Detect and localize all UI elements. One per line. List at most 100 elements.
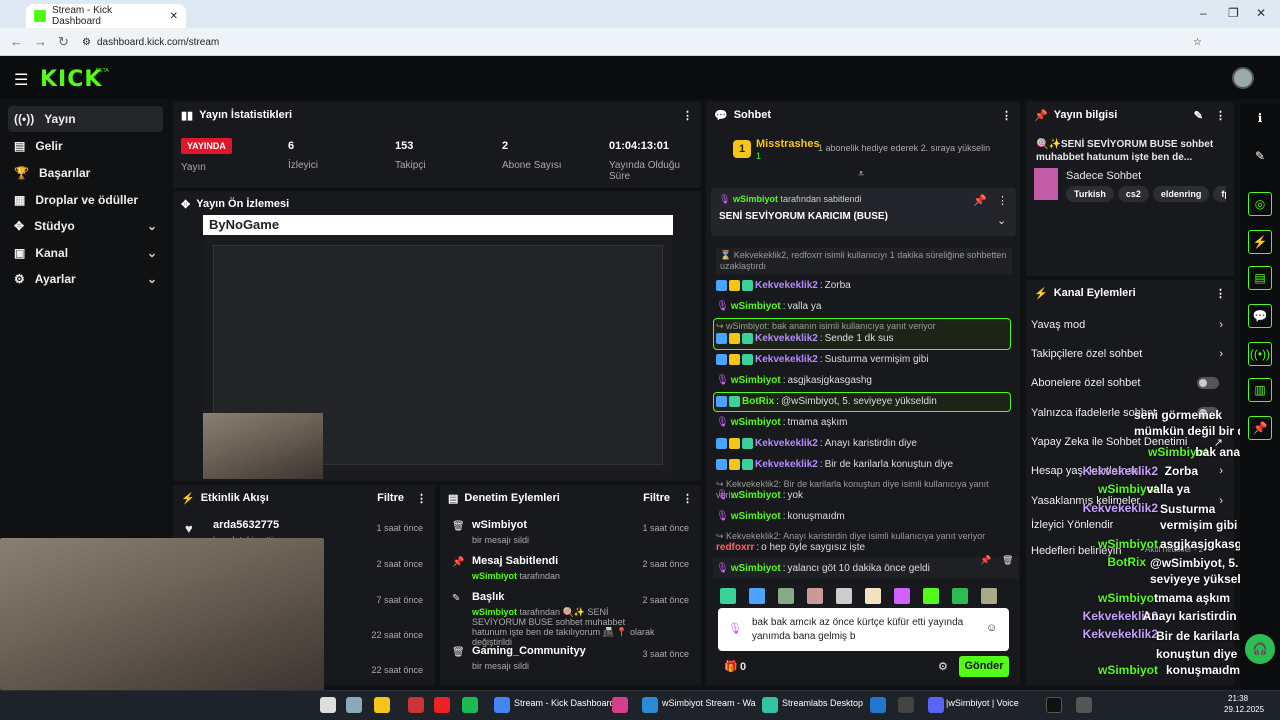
taskbar-app-icon[interactable]	[870, 697, 886, 713]
taskbar-app-icon[interactable]	[346, 697, 362, 713]
taskbar-app-icon[interactable]	[408, 697, 424, 713]
edge-icon[interactable]	[642, 697, 658, 713]
taskbar-app-icon[interactable]	[320, 697, 336, 713]
chat-toggle-icon[interactable]: 💬	[1248, 304, 1272, 328]
edit-icon[interactable]: ✎	[1194, 109, 1203, 122]
collapse-icon[interactable]: ⩡	[858, 168, 864, 181]
chat-message[interactable]: 🎙 wSimbiyot: asgjkasjgkasgashg	[716, 375, 1016, 386]
chat-user[interactable]: BotRix	[742, 396, 774, 407]
reload-icon[interactable]: ↻	[58, 34, 69, 50]
stream-preview-video[interactable]: ByNoGame	[203, 215, 673, 479]
category-name[interactable]: Sadece Sohbet	[1066, 170, 1141, 182]
more-icon[interactable]: ⋮	[416, 492, 427, 505]
chat-user[interactable]: Kekvekeklik2	[755, 333, 818, 344]
mod-user[interactable]: wSimbiyot	[472, 571, 517, 581]
emote-icon[interactable]	[894, 588, 910, 604]
chat-message[interactable]: Kekvekeklik2: Sende 1 dk sus	[716, 333, 1016, 344]
pin-message-icon[interactable]: 📌	[980, 555, 994, 569]
sidebar-item-ayarlar[interactable]: ⚙ Ayarlar ⌄	[8, 266, 163, 292]
chat-message[interactable]: 🎙 wSimbiyot: tmama aşkım	[716, 417, 1016, 428]
filter-button[interactable]: Filtre	[377, 492, 404, 504]
more-icon[interactable]: ⋮	[1215, 109, 1226, 122]
chrome-icon[interactable]	[494, 697, 510, 713]
chat-user[interactable]: Kekvekeklik2	[755, 438, 818, 449]
window-close-icon[interactable]: ✕	[1256, 6, 1266, 20]
chat-message[interactable]: 🎙 wSimbiyot: yok	[716, 490, 1016, 501]
chat-user[interactable]: wSimbiyot	[731, 301, 781, 312]
support-headset-icon[interactable]: 🎧	[1245, 634, 1275, 664]
tiktok-icon[interactable]	[1046, 697, 1062, 713]
youtube-icon[interactable]	[434, 697, 450, 713]
info-icon[interactable]: ℹ	[1248, 106, 1272, 130]
emote-icon[interactable]	[981, 588, 997, 604]
chat-user[interactable]: Kekvekeklik2	[755, 354, 818, 365]
sidebar-item-yayin[interactable]: ((•)) Yayın	[8, 106, 163, 132]
action-slow-mode[interactable]: Yavaş mod ›	[1031, 311, 1227, 339]
layout-toggle-icon[interactable]: ▥	[1248, 378, 1272, 402]
sidebar-item-gelir[interactable]: ▤ Gelir	[8, 133, 163, 159]
back-icon[interactable]: ←	[10, 34, 23, 49]
taskbar-label[interactable]: wSimbiyot Stream - Wa	[662, 698, 756, 708]
sidebar-item-droplar[interactable]: ▦ Droplar ve ödüller	[8, 187, 163, 213]
sidebar-item-studyo[interactable]: ✥ Stüdyo ⌄	[8, 213, 163, 239]
browser-tab[interactable]: Stream - Kick Dashboard ✕	[26, 4, 186, 28]
pin-toggle-icon[interactable]: 📌	[1248, 416, 1272, 440]
preview-toggle-icon[interactable]: ◎	[1248, 192, 1272, 216]
broadcast-toggle-icon[interactable]: ((•))	[1248, 342, 1272, 366]
edit-icon[interactable]: ✎	[1248, 144, 1272, 168]
chat-message[interactable]: Kekvekeklik2: Susturma vermişim gibi	[716, 354, 1016, 365]
settings-icon[interactable]: ⚙	[938, 660, 948, 673]
user-avatar[interactable]	[1232, 67, 1254, 89]
emote-icon[interactable]	[952, 588, 968, 604]
chat-message[interactable]: Kekvekeklik2: Zorba	[716, 280, 1016, 291]
action-followers-only[interactable]: Takipçilere özel sohbet ›	[1031, 340, 1227, 368]
instagram-icon[interactable]	[612, 697, 628, 713]
taskbar-label[interactable]: Stream - Kick Dashboard	[514, 698, 615, 708]
category-thumbnail[interactable]	[1034, 168, 1058, 200]
emote-icon[interactable]	[836, 588, 852, 604]
bookmark-star-icon[interactable]: ☆	[1193, 37, 1202, 48]
filter-button[interactable]: Filtre	[643, 492, 670, 504]
emoji-icon[interactable]: ☺	[986, 622, 997, 634]
site-info-icon[interactable]: ⚙	[82, 37, 91, 48]
more-icon[interactable]: ⋮	[1001, 109, 1012, 122]
forward-icon[interactable]: →	[34, 34, 47, 49]
moderation-toggle-icon[interactable]: ▤	[1248, 266, 1272, 290]
chat-user[interactable]: Kekvekeklik2	[755, 280, 818, 291]
chat-input[interactable]: 🎙 bak bak amcık az önce kürtçe küfür ett…	[718, 608, 1009, 651]
tag[interactable]: fps	[1213, 186, 1226, 202]
points-icon[interactable]: 🎁	[724, 660, 738, 673]
send-button[interactable]: Gönder	[959, 656, 1009, 677]
more-icon[interactable]: ⋮	[997, 194, 1008, 207]
chat-user[interactable]: wSimbiyot	[731, 417, 781, 428]
menu-icon[interactable]: ☰	[14, 70, 28, 90]
chat-message[interactable]: 🎙 wSimbiyot: konuşmaıdm	[716, 511, 1016, 522]
more-icon[interactable]: ⋮	[682, 109, 693, 122]
delete-message-icon[interactable]: 🗑	[1002, 555, 1013, 566]
address-bar[interactable]: ⚙ dashboard.kick.com/stream ☆	[82, 33, 1202, 51]
tag[interactable]: eldenring	[1152, 186, 1210, 202]
pinned-by[interactable]: wSimbiyot	[733, 194, 778, 204]
chat-user[interactable]: wSimbiyot	[731, 375, 781, 386]
chevron-down-icon[interactable]: ⌄	[997, 214, 1006, 227]
emote-icon[interactable]	[749, 588, 765, 604]
emote-icon[interactable]	[720, 588, 736, 604]
maximize-icon[interactable]: ❐	[1228, 6, 1239, 20]
tag[interactable]: Turkish	[1066, 186, 1114, 202]
more-icon[interactable]: ⋮	[1215, 287, 1226, 300]
tag[interactable]: cs2	[1117, 186, 1149, 202]
taskbar-app-icon[interactable]	[898, 697, 914, 713]
action-subs-only[interactable]: Abonelere özel sohbet	[1031, 369, 1227, 397]
close-tab-icon[interactable]: ✕	[170, 11, 178, 22]
streamlabs-icon[interactable]	[762, 697, 778, 713]
emote-icon[interactable]	[865, 588, 881, 604]
emote-icon[interactable]	[807, 588, 823, 604]
subs-only-toggle[interactable]	[1197, 377, 1219, 389]
chat-message[interactable]: Kekvekeklik2: Anayı karistirdin diye	[716, 438, 1016, 449]
chat-user[interactable]: wSimbiyot	[731, 563, 781, 574]
chat-user[interactable]: wSimbiyot	[731, 511, 781, 522]
chat-user[interactable]: Kekvekeklik2	[755, 459, 818, 470]
folder-icon[interactable]	[374, 697, 390, 713]
chat-message[interactable]: 🎙 wSimbiyot: yalancı göt 10 dakika önce …	[716, 563, 1016, 574]
sidebar-item-basarilar[interactable]: 🏆 Başarılar	[8, 160, 163, 186]
